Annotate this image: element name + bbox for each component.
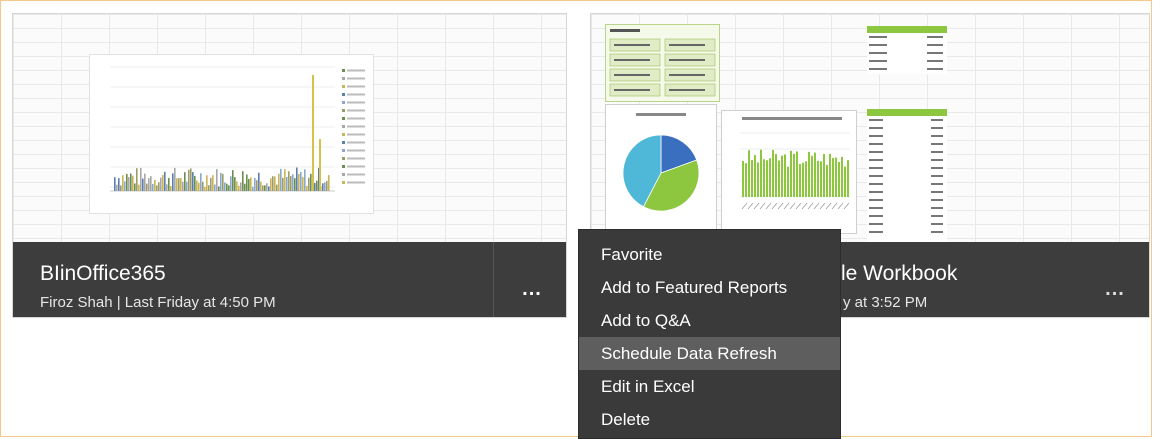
context-menu: Favorite Add to Featured Reports Add to Q&… bbox=[578, 229, 841, 439]
menu-item-delete[interactable]: Delete bbox=[579, 403, 840, 436]
menu-item-schedule-data-refresh[interactable]: Schedule Data Refresh bbox=[579, 337, 840, 370]
report-thumbnail bbox=[591, 14, 1149, 242]
report-thumbnail bbox=[13, 14, 566, 242]
menu-item-add-to-featured-reports[interactable]: Add to Featured Reports bbox=[579, 271, 840, 304]
thumbnail-bar-chart bbox=[721, 110, 857, 234]
thumbnail-slicer bbox=[605, 24, 720, 102]
report-title[interactable]: BIinOffice365 bbox=[40, 262, 166, 286]
report-title[interactable]: le Workbook bbox=[841, 262, 957, 286]
thumbnail-table-bottom bbox=[867, 109, 947, 242]
report-subtitle: y at 3:52 PM bbox=[843, 294, 928, 311]
report-footer: BIinOffice365 Firoz Shah | Last Friday a… bbox=[13, 242, 566, 317]
thumbnail-pie-chart bbox=[605, 104, 717, 231]
menu-item-favorite[interactable]: Favorite bbox=[579, 238, 840, 271]
report-tile-biinoffice365[interactable]: BIinOffice365 Firoz Shah | Last Friday a… bbox=[12, 13, 567, 318]
more-options-button[interactable]: ... bbox=[1095, 279, 1135, 306]
thumbnail-chart bbox=[89, 54, 374, 214]
thumbnail-table-top bbox=[867, 26, 947, 74]
report-subtitle: Firoz Shah | Last Friday at 4:50 PM bbox=[40, 294, 276, 311]
menu-item-add-to-q-a[interactable]: Add to Q&A bbox=[579, 304, 840, 337]
menu-item-edit-in-excel[interactable]: Edit in Excel bbox=[579, 370, 840, 403]
footer-divider bbox=[493, 242, 494, 317]
more-options-button[interactable]: ... bbox=[512, 279, 552, 306]
